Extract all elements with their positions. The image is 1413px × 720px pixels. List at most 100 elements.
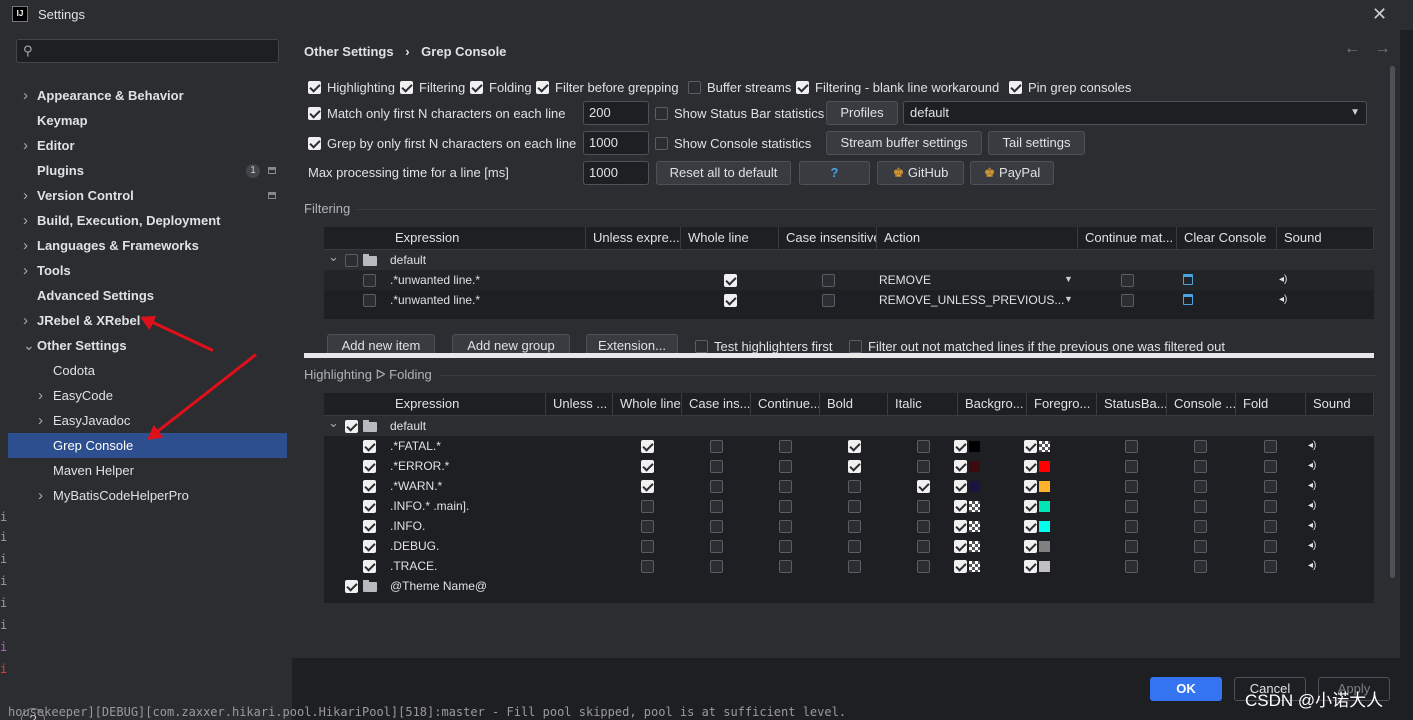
column-header[interactable]: Sound xyxy=(1277,227,1374,249)
search-input[interactable]: ⚲ xyxy=(16,39,279,63)
checkbox-icon[interactable] xyxy=(779,500,792,513)
sound-icon[interactable]: ◂) xyxy=(1308,440,1316,451)
checkbox-icon[interactable] xyxy=(779,540,792,553)
checkbox-icon[interactable] xyxy=(1121,274,1134,287)
checkbox-icon[interactable] xyxy=(641,440,654,453)
pin-grep-consoles-checkbox[interactable]: Pin grep consoles xyxy=(1009,79,1131,97)
checkbox-icon[interactable] xyxy=(954,520,967,533)
chevron-down-icon[interactable]: ⌄ xyxy=(23,333,35,358)
column-header[interactable]: Bold xyxy=(820,393,888,415)
checkbox-icon[interactable] xyxy=(848,560,861,573)
checkbox-icon[interactable] xyxy=(796,81,809,95)
sound-icon[interactable]: ◂) xyxy=(1308,480,1316,491)
column-header[interactable]: Action xyxy=(877,227,1078,249)
checkbox-icon[interactable] xyxy=(954,460,967,473)
checkbox-icon[interactable] xyxy=(1024,540,1037,553)
max-processing-time-field[interactable]: 1000 xyxy=(583,161,649,185)
column-header[interactable]: Whole line xyxy=(681,227,779,249)
checkbox-icon[interactable] xyxy=(954,560,967,573)
checkbox-icon[interactable] xyxy=(1024,520,1037,533)
sound-icon[interactable]: ◂) xyxy=(1308,460,1316,471)
checkbox-icon[interactable] xyxy=(308,107,321,121)
close-icon[interactable]: ✕ xyxy=(1372,4,1387,25)
sound-icon[interactable]: ◂) xyxy=(1308,540,1316,551)
checkbox-icon[interactable] xyxy=(363,274,376,287)
sound-icon[interactable]: ◂) xyxy=(1279,294,1287,305)
checkbox-icon[interactable] xyxy=(710,440,723,453)
color-swatch[interactable] xyxy=(969,521,980,532)
chevron-right-icon[interactable]: › xyxy=(23,83,28,108)
checkbox-icon[interactable] xyxy=(917,480,930,493)
checkbox-icon[interactable] xyxy=(363,540,376,553)
color-swatch[interactable] xyxy=(969,501,980,512)
checkbox-icon[interactable] xyxy=(363,520,376,533)
checkbox-icon[interactable] xyxy=(848,500,861,513)
checkbox-icon[interactable] xyxy=(345,420,358,433)
checkbox-icon[interactable] xyxy=(1194,480,1207,493)
checkbox-icon[interactable] xyxy=(1264,440,1277,453)
column-header[interactable]: Case insensitive xyxy=(779,227,877,249)
grep-first-n-field[interactable]: 1000 xyxy=(583,131,649,155)
checkbox-icon[interactable] xyxy=(1194,540,1207,553)
chevron-right-icon[interactable]: › xyxy=(38,483,43,508)
checkbox-icon[interactable] xyxy=(1194,460,1207,473)
checkbox-icon[interactable] xyxy=(822,274,835,287)
checkbox-icon[interactable] xyxy=(1125,460,1138,473)
checkbox-icon[interactable] xyxy=(1125,440,1138,453)
splitter-bar[interactable] xyxy=(304,353,1374,358)
checkbox-icon[interactable] xyxy=(641,540,654,553)
checkbox-icon[interactable] xyxy=(1264,540,1277,553)
checkbox-icon[interactable] xyxy=(345,254,358,267)
chevron-right-icon[interactable]: › xyxy=(38,383,43,408)
expression-cell[interactable]: .*FATAL.* xyxy=(390,436,540,456)
checkbox-icon[interactable] xyxy=(917,560,930,573)
expression-cell[interactable]: .*ERROR.* xyxy=(390,456,540,476)
filtering-blank-line-checkbox[interactable]: Filtering - blank line workaround xyxy=(796,79,999,97)
sound-icon[interactable]: ◂) xyxy=(1308,560,1316,571)
column-header[interactable]: Clear Console xyxy=(1177,227,1277,249)
chevron-down-icon[interactable]: ⌄ xyxy=(328,413,339,433)
checkbox-icon[interactable] xyxy=(822,294,835,307)
reset-all-to-default-button[interactable]: Reset all to default xyxy=(656,161,791,185)
checkbox-icon[interactable] xyxy=(1125,520,1138,533)
checkbox-icon[interactable] xyxy=(363,294,376,307)
checkbox-icon[interactable] xyxy=(655,137,668,151)
folding-checkbox[interactable]: Folding xyxy=(470,79,532,97)
checkbox-icon[interactable] xyxy=(1024,500,1037,513)
sound-icon[interactable]: ◂) xyxy=(1308,520,1316,531)
checkbox-icon[interactable] xyxy=(1264,480,1277,493)
checkbox-icon[interactable] xyxy=(779,440,792,453)
column-header[interactable]: Unless ... xyxy=(546,393,613,415)
expression-cell[interactable]: .*WARN.* xyxy=(390,476,540,496)
checkbox-icon[interactable] xyxy=(641,500,654,513)
chevron-right-icon[interactable]: › xyxy=(23,308,28,333)
github-button[interactable]: ♚ GitHub xyxy=(877,161,964,185)
checkbox-icon[interactable] xyxy=(688,81,701,95)
checkbox-icon[interactable] xyxy=(710,500,723,513)
expression-cell[interactable]: .TRACE. xyxy=(390,556,540,576)
checkbox-icon[interactable] xyxy=(917,500,930,513)
expression-cell[interactable]: .*unwanted line.* xyxy=(390,290,580,310)
checkbox-icon[interactable] xyxy=(849,340,862,354)
breadcrumb-parent[interactable]: Other Settings xyxy=(304,44,394,59)
chevron-right-icon[interactable]: › xyxy=(38,408,43,433)
checkbox-icon[interactable] xyxy=(848,480,861,493)
expression-cell[interactable]: .DEBUG. xyxy=(390,536,540,556)
checkbox-icon[interactable] xyxy=(954,480,967,493)
action-select[interactable]: REMOVE_UNLESS_PREVIOUS... xyxy=(879,290,1075,310)
checkbox-icon[interactable] xyxy=(345,580,358,593)
forward-arrow-icon[interactable]: → xyxy=(1374,40,1390,57)
stream-buffer-settings-button[interactable]: Stream buffer settings xyxy=(826,131,982,155)
column-header[interactable]: Foregro... xyxy=(1027,393,1097,415)
checkbox-icon[interactable] xyxy=(641,560,654,573)
color-swatch[interactable] xyxy=(1039,501,1050,512)
trash-icon[interactable] xyxy=(1183,294,1193,305)
column-header[interactable]: Sound xyxy=(1306,393,1374,415)
checkbox-icon[interactable] xyxy=(848,460,861,473)
checkbox-icon[interactable] xyxy=(954,440,967,453)
checkbox-icon[interactable] xyxy=(363,440,376,453)
checkbox-icon[interactable] xyxy=(1194,560,1207,573)
trash-icon[interactable] xyxy=(1183,274,1193,285)
column-header[interactable]: Continue mat... xyxy=(1078,227,1177,249)
show-console-statistics-checkbox[interactable]: Show Console statistics xyxy=(655,135,811,153)
